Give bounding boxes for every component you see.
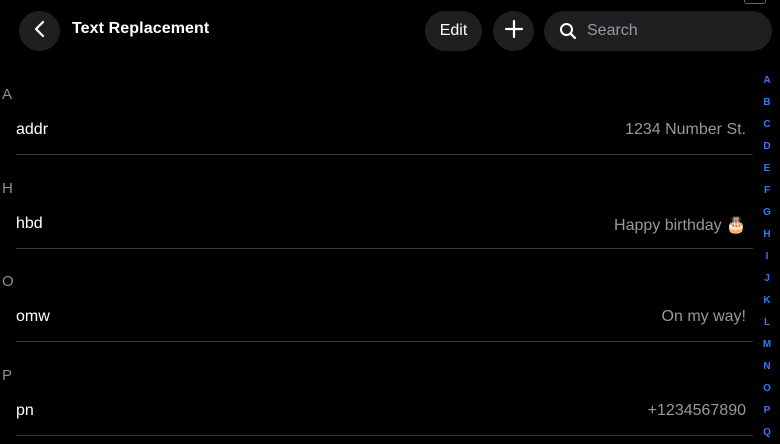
- list-item[interactable]: omw On my way!: [16, 297, 753, 342]
- text-replacement-list: A addr 1234 Number St. H hbd Happy birth…: [0, 62, 755, 436]
- index-letter[interactable]: A: [758, 70, 776, 92]
- section-header: O: [2, 273, 14, 290]
- section-a: A addr 1234 Number St.: [0, 62, 755, 156]
- index-letter[interactable]: I: [758, 246, 776, 268]
- edit-button[interactable]: Edit: [425, 11, 482, 51]
- shortcut-text: addr: [16, 121, 49, 138]
- plus-icon: [504, 19, 524, 44]
- search-field[interactable]: [544, 11, 772, 51]
- navigation-bar: Text Replacement Edit: [0, 0, 780, 62]
- shortcut-text: omw: [16, 308, 50, 325]
- phrase-text: Happy birthday 🎂: [614, 216, 746, 234]
- section-p: P pn +1234567890: [0, 343, 755, 437]
- page-title: Text Replacement: [72, 20, 210, 37]
- index-letter[interactable]: O: [758, 378, 776, 400]
- shortcut-text: pn: [16, 401, 34, 419]
- index-letter[interactable]: J: [758, 268, 776, 290]
- index-letter[interactable]: P: [758, 400, 776, 422]
- phrase-text: +1234567890: [647, 401, 746, 419]
- list-item[interactable]: pn +1234567890: [16, 391, 753, 436]
- search-icon: [559, 22, 577, 40]
- section-header: P: [2, 366, 13, 384]
- index-letter[interactable]: K: [758, 290, 776, 312]
- section-header: A: [2, 86, 13, 103]
- phrase-text: On my way!: [661, 308, 746, 325]
- section-o: O omw On my way!: [0, 249, 755, 343]
- index-letter[interactable]: D: [758, 136, 776, 158]
- index-letter[interactable]: G: [758, 202, 776, 224]
- section-index-bar[interactable]: A B C D E F G H I J K L M N O P Q: [758, 70, 776, 444]
- chevron-left-icon: [33, 20, 47, 43]
- section-h: H hbd Happy birthday 🎂: [0, 156, 755, 250]
- index-letter[interactable]: C: [758, 114, 776, 136]
- phrase-text: 1234 Number St.: [625, 121, 746, 138]
- index-letter[interactable]: E: [758, 158, 776, 180]
- search-input[interactable]: [585, 21, 759, 41]
- index-letter[interactable]: B: [758, 92, 776, 114]
- shortcut-text: hbd: [16, 214, 43, 232]
- list-item[interactable]: hbd Happy birthday 🎂: [16, 204, 753, 249]
- add-button[interactable]: [493, 11, 534, 51]
- index-letter[interactable]: M: [758, 334, 776, 356]
- index-letter[interactable]: Q: [758, 422, 776, 444]
- index-letter[interactable]: L: [758, 312, 776, 334]
- index-letter[interactable]: N: [758, 356, 776, 378]
- index-letter[interactable]: F: [758, 180, 776, 202]
- section-header: H: [2, 179, 13, 197]
- back-button[interactable]: [19, 11, 60, 51]
- list-item[interactable]: addr 1234 Number St.: [16, 110, 753, 155]
- index-letter[interactable]: H: [758, 224, 776, 246]
